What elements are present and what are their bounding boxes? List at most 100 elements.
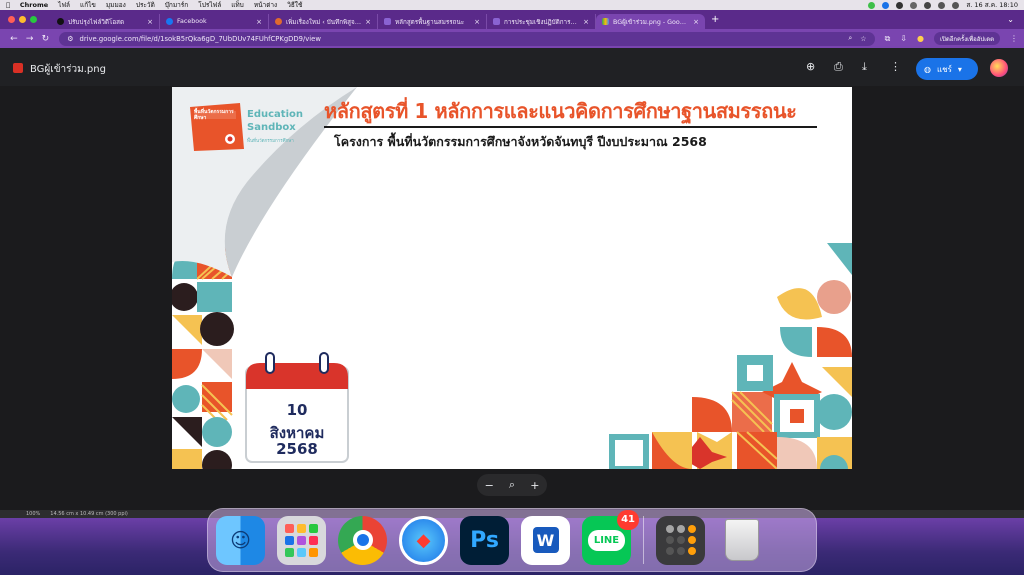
status-blue-icon[interactable]	[882, 1, 890, 9]
line-notification-badge: 41	[617, 509, 639, 530]
dock-separator	[643, 516, 644, 564]
tab-2[interactable]: Facebook ×	[160, 14, 269, 29]
chrome-menu-icon[interactable]: ⋮	[1010, 34, 1018, 43]
forward-icon[interactable]: →	[22, 34, 38, 44]
menu-bookmarks[interactable]: บุ๊กมาร์ก	[165, 0, 188, 10]
zoom-level-text: 100%	[26, 511, 41, 517]
slide-title: หลักสูตรที่ 1 หลักการและแนวคิดการศึกษาฐา…	[324, 99, 797, 123]
zoom-reset-icon[interactable]: ⌕	[509, 478, 515, 492]
site-info-icon[interactable]: ⚙	[67, 35, 73, 43]
tab-5[interactable]: การประชุมเชิงปฏิบัติการประเมินฯ ×	[487, 14, 596, 29]
tab-search-icon[interactable]: ⌄	[1007, 15, 1014, 24]
forms-icon	[384, 18, 391, 25]
reload-icon[interactable]: ↻	[38, 34, 54, 44]
menu-profiles[interactable]: โปรไฟล์	[198, 0, 221, 10]
tab-4[interactable]: หลักสูตรพื้นฐานสมรรถนะ ×	[378, 14, 487, 29]
zoom-window-icon[interactable]	[30, 16, 37, 23]
macos-dock: ☺ ◆ Ps W LINE 41	[207, 508, 817, 572]
menu-window[interactable]: หน้าต่าง	[254, 0, 277, 10]
calculator-icon[interactable]	[656, 515, 705, 565]
close-tab-icon[interactable]: ×	[693, 18, 699, 26]
share-button[interactable]: ◍ แชร์ ▾	[916, 58, 978, 80]
close-tab-icon[interactable]: ×	[474, 18, 480, 26]
tab-title: เพิ่มเรื่องใหม่ ‹ บันทึกพิสูจน์ความรู้	[286, 18, 361, 26]
address-bar[interactable]: ⚙ drive.google.com/file/d/1sokB5rQka6gD_…	[59, 31, 875, 46]
slide-subtitle: โครงการ พื้นที่นวัตกรรมการศึกษาจังหวัดจั…	[334, 134, 707, 149]
more-options-icon[interactable]: ⋮	[890, 60, 901, 73]
tab-1[interactable]: ปรับปรุงไฟล์วิดีโอสด ×	[51, 14, 160, 29]
status-green-icon[interactable]	[868, 1, 876, 9]
calendar-year: 2568	[276, 440, 318, 458]
account-avatar[interactable]	[990, 59, 1008, 77]
logo-thai-title: พื้นที่นวัตกรรมการศึกษา	[194, 109, 234, 121]
add-to-drive-icon[interactable]: ⊕	[806, 60, 815, 73]
bookmark-star-icon[interactable]: ☆	[860, 35, 866, 43]
tab-3[interactable]: เพิ่มเรื่องใหม่ ‹ บันทึกพิสูจน์ความรู้ ×	[269, 14, 378, 29]
right-geometric-pattern	[609, 243, 852, 469]
tab-6-active[interactable]: BGผู้เข้าร่วม.png - Google ไดรฟ์ ×	[596, 14, 705, 29]
logo-education-text: Education	[247, 109, 303, 120]
menu-app-name[interactable]: Chrome	[20, 1, 48, 9]
chrome-icon[interactable]	[338, 515, 387, 565]
menu-history[interactable]: ประวัติ	[136, 0, 155, 10]
menubar-clock[interactable]: ส. 16 ส.ค. 18:10	[966, 0, 1018, 10]
menu-edit[interactable]: แก้ไข	[80, 0, 96, 10]
photoshop-icon[interactable]: Ps	[460, 515, 509, 565]
profile-icon[interactable]: ●	[917, 34, 924, 43]
finder-icon[interactable]: ☺	[216, 515, 265, 565]
image-file-icon	[13, 63, 23, 73]
print-icon[interactable]: ⎙	[834, 60, 843, 74]
chevron-down-icon: ▾	[957, 64, 962, 74]
close-tab-icon[interactable]: ×	[583, 18, 589, 26]
tab-title: ปรับปรุงไฟล์วิดีโอสด	[68, 18, 125, 26]
minimize-window-icon[interactable]	[19, 16, 26, 23]
slide-image: พื้นที่นวัตกรรมการศึกษา Education Sandbo…	[172, 87, 852, 469]
browser-tab-strip: ปรับปรุงไฟล์วิดีโอสด × Facebook × เพิ่มเ…	[0, 10, 1024, 29]
close-tab-icon[interactable]: ×	[256, 18, 262, 26]
tab-title: BGผู้เข้าร่วม.png - Google ไดรฟ์	[613, 18, 690, 26]
browser-toolbar: ← → ↻ ⚙ drive.google.com/file/d/1sokB5rQ…	[0, 29, 1024, 48]
safari-icon[interactable]: ◆	[399, 515, 448, 565]
tab-favicon-icon	[275, 18, 282, 25]
zoom-out-icon[interactable]: −	[485, 479, 494, 492]
image-viewer-stage: พื้นที่นวัตกรรมการศึกษา Education Sandbo…	[0, 86, 1024, 518]
tab-title: การประชุมเชิงปฏิบัติการประเมินฯ	[504, 18, 579, 26]
new-tab-icon[interactable]: +	[711, 14, 719, 25]
apple-menu-icon[interactable]: 	[6, 1, 10, 9]
line-icon[interactable]: LINE 41	[582, 509, 639, 565]
zoom-lens-icon[interactable]: ⌕	[848, 34, 852, 43]
extensions-icon[interactable]: ⧉	[885, 34, 891, 44]
url-text: drive.google.com/file/d/1sokB5rQka6gD_7U…	[79, 34, 321, 43]
line-label: LINE	[587, 529, 626, 551]
trash-icon[interactable]	[717, 516, 766, 565]
zoom-in-icon[interactable]: +	[530, 479, 539, 492]
zoom-controls: − ⌕ +	[477, 474, 547, 496]
launchpad-icon[interactable]	[277, 515, 326, 565]
drive-viewer-header: BGผู้เข้าร่วม.png ⊕ ⎙ ⤓ ⋮ ◍ แชร์ ▾	[0, 48, 1024, 86]
relaunch-update-button[interactable]: เปิดอีกครั้งเพื่ออัปเดต	[933, 32, 1000, 45]
spotlight-icon[interactable]	[938, 1, 946, 9]
battery-icon[interactable]	[910, 1, 918, 9]
tab-favicon-icon	[57, 18, 64, 25]
menu-file[interactable]: ไฟล์	[58, 0, 70, 10]
google-drive-icon	[602, 18, 609, 25]
close-window-icon[interactable]	[8, 16, 15, 23]
document-info-text: 14.56 cm x 10.49 cm (300 ppi)	[50, 511, 128, 517]
globe-icon: ◍	[924, 64, 931, 74]
tab-title: หลักสูตรพื้นฐานสมรรถนะ	[395, 18, 465, 26]
close-tab-icon[interactable]: ×	[365, 18, 371, 26]
word-icon[interactable]: W	[521, 515, 570, 565]
back-icon[interactable]: ←	[6, 34, 22, 44]
download-icon[interactable]: ⤓	[862, 60, 867, 74]
record-icon[interactable]	[896, 1, 904, 9]
macos-menu-bar:  Chrome ไฟล์ แก้ไข มุมมอง ประวัติ บุ๊กม…	[0, 0, 1024, 10]
menu-help[interactable]: วิธีใช้	[287, 0, 302, 10]
menu-tab[interactable]: แท็บ	[231, 0, 244, 10]
wifi-icon[interactable]	[924, 1, 932, 9]
menu-view[interactable]: มุมมอง	[106, 0, 126, 10]
share-label: แชร์	[936, 64, 952, 74]
window-controls	[8, 16, 37, 23]
close-tab-icon[interactable]: ×	[147, 18, 153, 26]
download-icon[interactable]: ⇩	[900, 34, 907, 43]
control-center-icon[interactable]	[952, 1, 960, 9]
